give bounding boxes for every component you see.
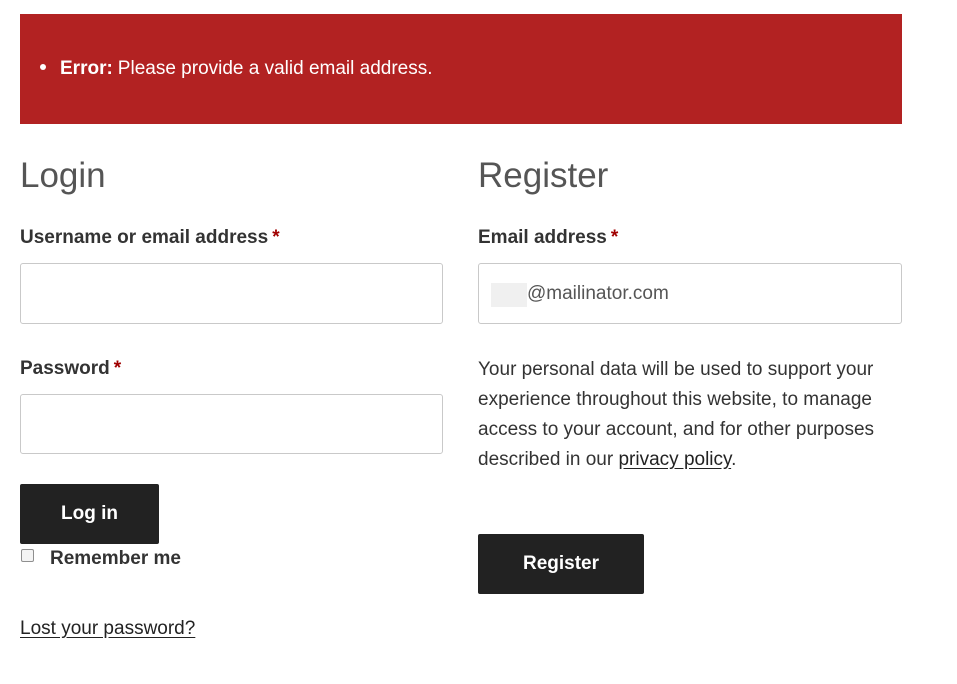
username-input[interactable] xyxy=(20,263,443,324)
lost-password-link[interactable]: Lost your password? xyxy=(20,617,195,641)
error-label: Error: xyxy=(60,58,113,79)
error-item: Error: Please provide a valid email addre… xyxy=(40,58,433,80)
username-label: Username or email address * xyxy=(20,226,280,250)
error-message: Please provide a valid email address. xyxy=(117,58,433,79)
login-button[interactable]: Log in xyxy=(20,484,159,544)
required-marker: * xyxy=(272,227,280,248)
password-label-text: Password xyxy=(20,358,110,379)
email-field-wrap xyxy=(478,263,902,324)
remember-me-checkbox[interactable] xyxy=(21,549,34,562)
privacy-notice: Your personal data will be used to suppo… xyxy=(478,355,902,475)
login-title: Login xyxy=(20,156,106,195)
register-title: Register xyxy=(478,156,609,195)
privacy-text-end: . xyxy=(731,449,737,470)
register-button[interactable]: Register xyxy=(478,534,644,594)
username-label-text: Username or email address xyxy=(20,227,269,248)
remember-me-label[interactable]: Remember me xyxy=(50,547,181,571)
email-input[interactable] xyxy=(479,264,901,323)
required-marker: * xyxy=(610,227,619,248)
required-marker: * xyxy=(113,358,122,379)
email-label: Email address * xyxy=(478,226,618,250)
error-notice: Error: Please provide a valid email addre… xyxy=(20,14,902,124)
password-input[interactable] xyxy=(20,394,443,454)
password-label: Password * xyxy=(20,357,121,381)
privacy-policy-link[interactable]: privacy policy xyxy=(618,449,731,470)
bullet-icon xyxy=(40,63,46,70)
email-label-text: Email address xyxy=(478,227,607,248)
